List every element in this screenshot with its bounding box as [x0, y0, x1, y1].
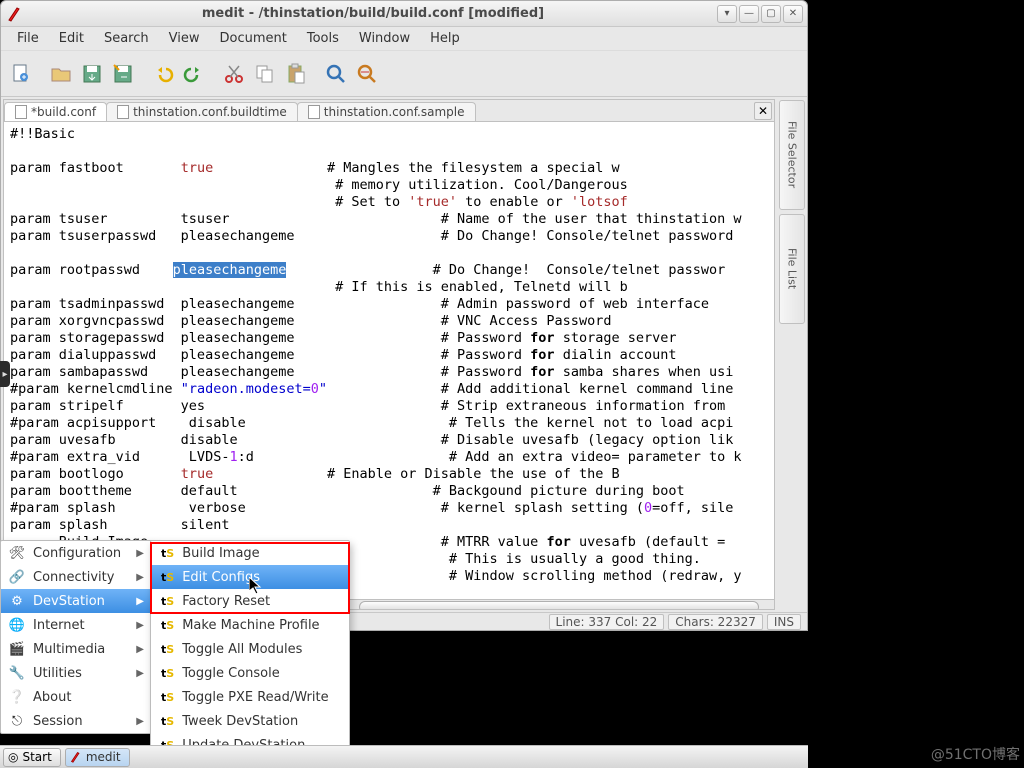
menu-devstation[interactable]: ⚙DevStation▶ — [1, 589, 152, 613]
tab-build-conf[interactable]: *build.conf — [4, 102, 107, 121]
document-icon — [117, 105, 129, 119]
taskbar: ◎Start medit — [0, 745, 808, 768]
close-button[interactable]: ✕ — [783, 5, 803, 23]
status-line-col: Line: 337 Col: 22 — [549, 614, 665, 630]
menu-edit[interactable]: Edit — [49, 27, 94, 50]
document-icon — [308, 105, 320, 119]
save-as-button[interactable] — [109, 60, 137, 88]
about-icon: ❔ — [9, 689, 25, 705]
side-handle[interactable]: ▸ — [0, 361, 10, 387]
new-file-button[interactable] — [7, 60, 35, 88]
find-button[interactable] — [322, 60, 350, 88]
network-icon: 🔗 — [9, 569, 25, 585]
menu-multimedia[interactable]: 🎬Multimedia▶ — [1, 637, 152, 661]
app-icon — [7, 6, 23, 22]
tab-sample[interactable]: thinstation.conf.sample — [297, 102, 476, 121]
menu-configuration[interactable]: 🛠Configuration▶ — [1, 541, 152, 565]
submenu-toggle-pxe[interactable]: tSToggle PXE Read/Write — [151, 685, 349, 709]
taskbar-medit[interactable]: medit — [65, 748, 130, 767]
medit-window: medit - /thinstation/build/build.conf [m… — [0, 0, 808, 631]
status-chars: Chars: 22327 — [668, 614, 763, 630]
menu-about[interactable]: ❔About — [1, 685, 152, 709]
menu-tools[interactable]: Tools — [297, 27, 349, 50]
undo-button[interactable] — [149, 60, 177, 88]
tab-close-button[interactable]: ✕ — [754, 102, 772, 120]
submenu-make-machine-profile[interactable]: tSMake Machine Profile — [151, 613, 349, 637]
find-replace-button[interactable] — [353, 60, 381, 88]
editor-area: *build.conf thinstation.conf.buildtime t… — [3, 99, 775, 610]
start-button[interactable]: ◎Start — [3, 748, 61, 767]
menu-view[interactable]: View — [159, 27, 210, 50]
tab-buildtime[interactable]: thinstation.conf.buildtime — [106, 102, 298, 121]
submenu-factory-reset[interactable]: tSFactory Reset — [151, 589, 349, 613]
ts-icon: tS — [161, 667, 174, 680]
tools-icon: 🛠 — [9, 545, 25, 561]
watermark: @51CTO博客 — [931, 744, 1020, 764]
start-icon: ◎ — [8, 750, 18, 764]
tabstrip: *build.conf thinstation.conf.buildtime t… — [4, 100, 774, 122]
ts-icon: tS — [161, 547, 174, 560]
selected-text: pleasechangeme — [173, 262, 287, 278]
ts-icon: tS — [161, 715, 174, 728]
submenu-toggle-console[interactable]: tSToggle Console — [151, 661, 349, 685]
ts-icon: tS — [161, 571, 174, 584]
menu-internet[interactable]: 🌐Internet▶ — [1, 613, 152, 637]
side-panels: File Selector File List — [777, 97, 807, 612]
menu-search[interactable]: Search — [94, 27, 159, 50]
maximize-button[interactable]: ▢ — [761, 5, 781, 23]
save-button[interactable] — [78, 60, 106, 88]
titlebar[interactable]: medit - /thinstation/build/build.conf [m… — [1, 1, 807, 27]
session-icon: ⎋ — [9, 713, 25, 729]
ts-icon: tS — [161, 643, 174, 656]
ts-icon: tS — [161, 595, 174, 608]
media-icon: 🎬 — [9, 641, 25, 657]
window-title: medit - /thinstation/build/build.conf [m… — [29, 6, 717, 21]
gear-icon: ⚙ — [9, 593, 25, 609]
submenu-build-image[interactable]: tSBuild Image — [151, 541, 349, 565]
submenu-tweek-devstation[interactable]: tSTweek DevStation — [151, 709, 349, 733]
menu-window[interactable]: Window — [349, 27, 420, 50]
paste-button[interactable] — [282, 60, 310, 88]
submenu-edit-configs[interactable]: tSEdit Configs — [151, 565, 349, 589]
panel-file-selector[interactable]: File Selector — [779, 100, 805, 210]
ts-icon: tS — [161, 691, 174, 704]
menu-session[interactable]: ⎋Session▶ — [1, 709, 152, 733]
minimize-button[interactable]: — — [739, 5, 759, 23]
app-category-menu: 🛠Configuration▶ 🔗Connectivity▶ ⚙DevStati… — [0, 540, 153, 734]
devstation-submenu: tSBuild Image tSEdit Configs tSFactory R… — [150, 540, 350, 758]
menu-document[interactable]: Document — [209, 27, 296, 50]
open-button[interactable] — [47, 60, 75, 88]
panel-file-list[interactable]: File List — [779, 214, 805, 324]
menubar: File Edit Search View Document Tools Win… — [1, 27, 807, 51]
document-icon — [15, 105, 27, 119]
shade-button[interactable]: ▾ — [717, 5, 737, 23]
medit-icon — [70, 751, 82, 763]
cut-button[interactable] — [220, 60, 248, 88]
redo-button[interactable] — [180, 60, 208, 88]
utilities-icon: 🔧 — [9, 665, 25, 681]
menu-utilities[interactable]: 🔧Utilities▶ — [1, 661, 152, 685]
menu-help[interactable]: Help — [420, 27, 470, 50]
code-editor[interactable]: #!!Basic param fastboot true # Mangles t… — [4, 122, 774, 609]
toolbar — [1, 51, 807, 97]
menu-connectivity[interactable]: 🔗Connectivity▶ — [1, 565, 152, 589]
submenu-toggle-all-modules[interactable]: tSToggle All Modules — [151, 637, 349, 661]
status-insert-mode: INS — [767, 614, 801, 630]
ts-icon: tS — [161, 619, 174, 632]
menu-file[interactable]: File — [7, 27, 49, 50]
globe-icon: 🌐 — [9, 617, 25, 633]
copy-button[interactable] — [251, 60, 279, 88]
